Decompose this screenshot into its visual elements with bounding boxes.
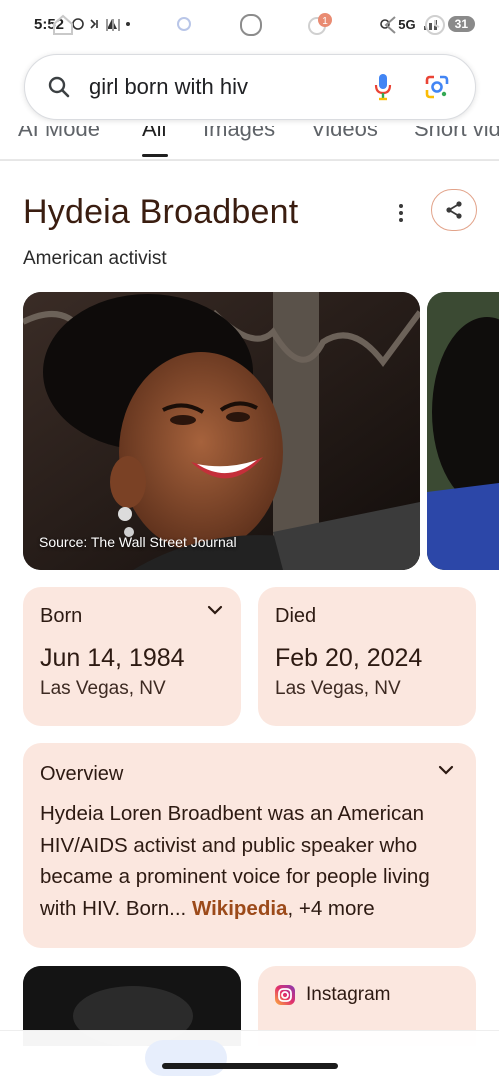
notifications-icon[interactable]: 1 [304,10,334,40]
tab-ai-mode[interactable]: AI Mode [18,126,100,142]
chevron-down-icon [438,765,454,775]
died-place: Las Vegas, NV [275,678,401,699]
died-card[interactable]: Died Feb 20, 2024 Las Vegas, NV [258,587,476,726]
photo-source-caption: Source: The Wall Street Journal [39,534,237,550]
wikipedia-link[interactable]: Wikipedia [192,897,288,920]
search-icon [48,76,70,98]
overview-text: Hydeia Loren Broadbent was an American H… [40,798,459,924]
battery-indicator: 31 [447,16,475,32]
tab-videos[interactable]: Videos [311,126,378,142]
share-icon [446,201,462,219]
died-label: Died [275,605,317,627]
more-options-button[interactable] [386,196,416,230]
recent-apps-icon[interactable] [98,10,128,40]
search-tabs: AI Mode All Images Videos Short vid [0,126,499,160]
search-query[interactable]: girl born with hiv [71,74,349,100]
entity-photo-secondary[interactable] [427,292,499,570]
entity-subtitle: American activist [23,248,167,269]
voice-search-button[interactable] [363,67,403,107]
tab-all[interactable]: All [142,126,166,142]
born-card[interactable]: Born Jun 14, 1984 Las Vegas, NV [23,587,241,726]
died-date: Feb 20, 2024 [275,644,423,672]
born-date: Jun 14, 1984 [40,644,185,672]
search-pill[interactable] [145,1040,227,1076]
tab-short-videos[interactable]: Short vid [414,126,499,142]
overview-label: Overview [40,763,124,785]
born-label: Born [40,605,83,627]
entity-title: Hydeia Broadbent [23,193,299,231]
more-vert-icon [399,204,403,222]
search-nav-icon[interactable] [170,10,200,40]
secondary-photo-image [427,292,499,570]
google-lens-icon [425,75,449,99]
overview-card[interactable]: Overview Hydeia Loren Broadbent was an A… [23,743,476,948]
lens-search-button[interactable] [417,67,457,107]
instagram-icon [275,985,295,1005]
search-bar[interactable]: girl born with hiv [24,54,476,120]
portrait-image [23,292,420,570]
home-icon[interactable] [48,10,78,40]
back-icon[interactable] [376,10,406,40]
tab-images[interactable]: Images [203,126,275,142]
born-place: Las Vegas, NV [40,678,166,699]
overview-ellipsis: ... [169,896,187,920]
notification-badge-count: 1 [322,16,328,27]
bottom-nav [0,1030,499,1080]
activity-icon[interactable] [420,10,450,40]
share-button[interactable] [431,189,477,231]
active-tab-indicator [142,154,168,157]
home-button-icon[interactable] [236,10,266,40]
instagram-label: Instagram [306,984,391,1005]
microphone-icon [374,74,392,101]
entity-photo[interactable]: Source: The Wall Street Journal [23,292,420,570]
gesture-handle[interactable] [162,1063,338,1069]
more-sources-link[interactable]: , +4 more [287,897,374,920]
chevron-down-icon [207,605,223,615]
